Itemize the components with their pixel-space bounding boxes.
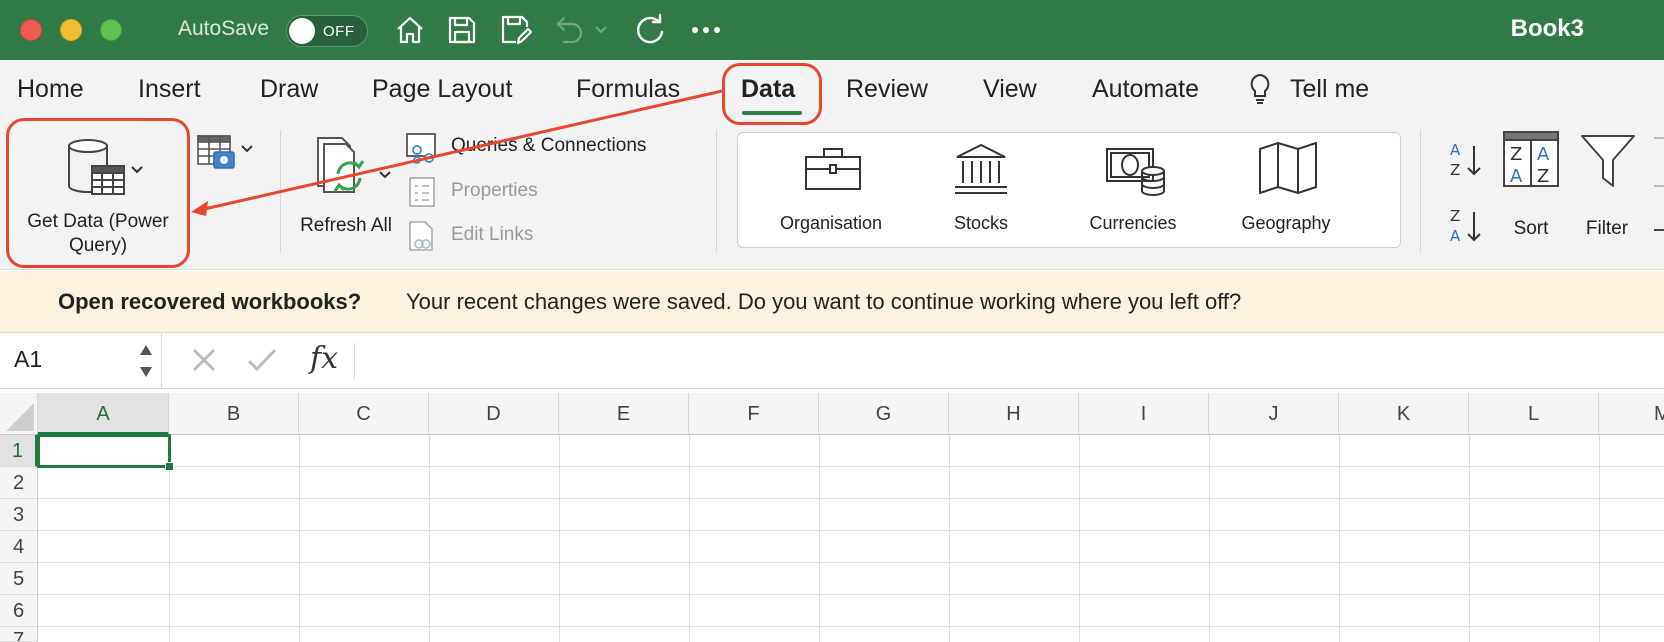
annotation-arrow [191,89,723,216]
